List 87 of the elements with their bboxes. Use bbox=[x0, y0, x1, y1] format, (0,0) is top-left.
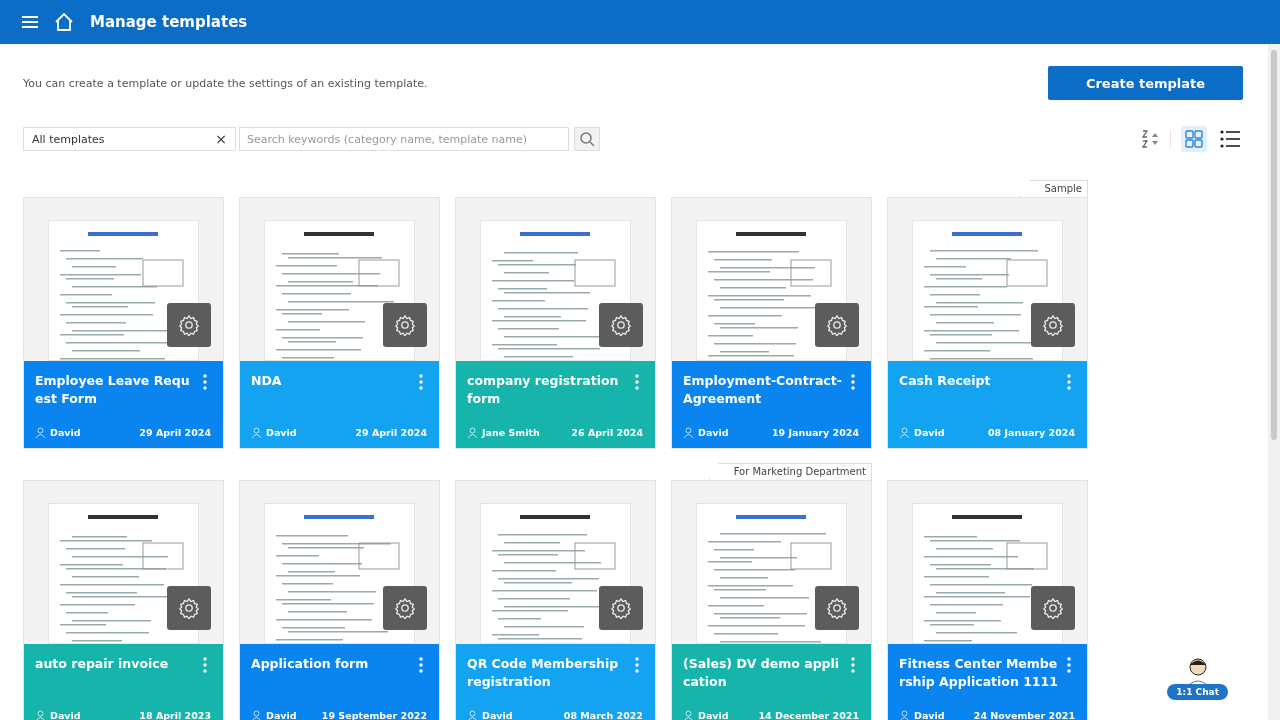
settings-icon bbox=[610, 314, 632, 336]
author-text: David bbox=[698, 710, 729, 720]
more-icon bbox=[635, 657, 639, 673]
more-icon bbox=[1067, 374, 1071, 390]
author-text: David bbox=[266, 710, 297, 720]
grid-view-button[interactable] bbox=[1181, 126, 1207, 152]
select-value: All templates bbox=[32, 132, 105, 146]
more-icon bbox=[203, 657, 207, 673]
template-date: 14 December 2021 bbox=[758, 710, 859, 720]
settings-icon bbox=[178, 314, 200, 336]
author-text: David bbox=[914, 427, 945, 438]
template-title[interactable]: Employment-Contract-Agreement bbox=[683, 372, 843, 408]
person-icon bbox=[467, 427, 478, 438]
settings-icon bbox=[1042, 314, 1064, 336]
settings-button[interactable] bbox=[383, 586, 427, 630]
sort-icon[interactable] bbox=[1142, 130, 1160, 148]
template-date: 29 April 2024 bbox=[355, 427, 427, 438]
settings-icon bbox=[610, 597, 632, 619]
grid-icon bbox=[1185, 130, 1203, 148]
menu-icon[interactable] bbox=[22, 15, 38, 29]
settings-button[interactable] bbox=[599, 303, 643, 347]
template-date: 26 April 2024 bbox=[571, 427, 643, 438]
settings-icon bbox=[394, 314, 416, 336]
template-title[interactable]: (Sales) DV demo application bbox=[683, 655, 843, 691]
template-title[interactable]: Employee Leave Request Form bbox=[35, 372, 195, 408]
scrollbar[interactable] bbox=[1268, 44, 1280, 720]
chat-button[interactable]: 1:1 Chat bbox=[1167, 684, 1228, 700]
person-icon bbox=[899, 427, 910, 438]
person-icon bbox=[251, 710, 262, 720]
template-date: 08 March 2022 bbox=[563, 710, 643, 720]
template-title[interactable]: company registration form bbox=[467, 372, 627, 408]
more-icon bbox=[419, 657, 423, 673]
create-template-button[interactable]: Create template bbox=[1048, 66, 1243, 100]
description-text: You can create a template or update the settings of an existing template. bbox=[23, 76, 428, 90]
template-title[interactable]: Application form bbox=[251, 655, 411, 673]
settings-icon bbox=[1042, 597, 1064, 619]
search-field[interactable]: Search keywords (category name, template name) bbox=[239, 127, 569, 151]
settings-button[interactable] bbox=[815, 586, 859, 630]
template-date: 08 January 2024 bbox=[987, 427, 1075, 438]
template-title[interactable]: auto repair invoice bbox=[35, 655, 195, 673]
settings-button[interactable] bbox=[1031, 303, 1075, 347]
settings-button[interactable] bbox=[815, 303, 859, 347]
settings-button[interactable] bbox=[599, 586, 643, 630]
more-icon bbox=[851, 657, 855, 673]
template-title[interactable]: Fitness Center Membership Application 1111 bbox=[899, 655, 1059, 691]
author-text: Jane Smith bbox=[482, 427, 540, 438]
more-icon bbox=[851, 374, 855, 390]
settings-icon bbox=[178, 597, 200, 619]
template-title[interactable]: NDA bbox=[251, 372, 411, 390]
template-date: 24 November 2021 bbox=[973, 710, 1075, 720]
settings-icon bbox=[394, 597, 416, 619]
settings-button[interactable] bbox=[383, 303, 427, 347]
person-icon bbox=[467, 710, 478, 720]
template-tag: For Marketing Department bbox=[708, 463, 872, 480]
author-text: David bbox=[698, 427, 729, 438]
home-icon[interactable] bbox=[54, 12, 74, 32]
more-icon bbox=[1067, 657, 1071, 673]
template-title[interactable]: Cash Receipt bbox=[899, 372, 1059, 390]
author-text: David bbox=[482, 710, 513, 720]
author-text: David bbox=[266, 427, 297, 438]
more-icon bbox=[203, 374, 207, 390]
template-tag: Sample bbox=[1019, 180, 1088, 197]
settings-icon bbox=[826, 597, 848, 619]
category-select[interactable]: All templates × bbox=[23, 127, 236, 151]
person-icon bbox=[899, 710, 910, 720]
page-title: Manage templates bbox=[90, 13, 248, 31]
settings-button[interactable] bbox=[167, 586, 211, 630]
author-text: David bbox=[50, 427, 81, 438]
settings-button[interactable] bbox=[1031, 586, 1075, 630]
more-icon bbox=[635, 374, 639, 390]
list-icon bbox=[1220, 130, 1240, 148]
clear-button[interactable]: × bbox=[215, 131, 227, 147]
more-icon bbox=[419, 374, 423, 390]
template-date: 19 January 2024 bbox=[771, 427, 859, 438]
person-icon bbox=[35, 427, 46, 438]
person-icon bbox=[35, 710, 46, 720]
search-icon bbox=[579, 131, 595, 147]
person-icon bbox=[251, 427, 262, 438]
settings-button[interactable] bbox=[167, 303, 211, 347]
template-date: 29 April 2024 bbox=[139, 427, 211, 438]
author-text: David bbox=[50, 710, 81, 720]
search-button[interactable] bbox=[574, 127, 600, 151]
person-icon bbox=[683, 710, 694, 720]
person-icon bbox=[683, 427, 694, 438]
settings-icon bbox=[826, 314, 848, 336]
author-text: David bbox=[914, 710, 945, 720]
template-title[interactable]: QR Code Membership registration bbox=[467, 655, 627, 691]
